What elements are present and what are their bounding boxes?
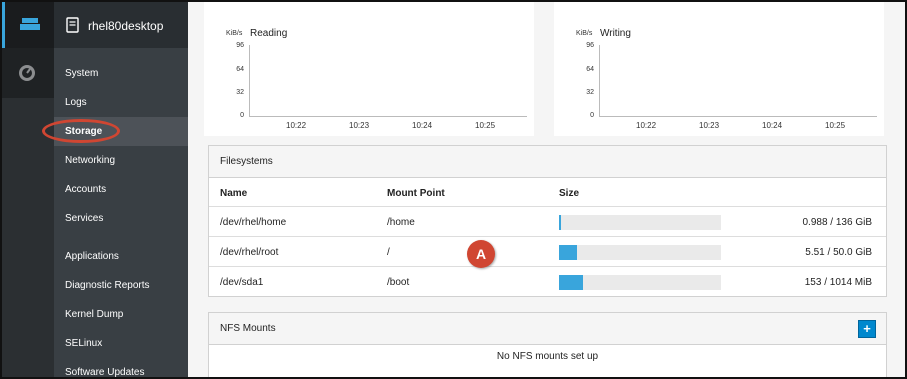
annotation-badge: A bbox=[467, 240, 495, 268]
column-size: Size bbox=[559, 188, 580, 199]
sidebar-item-label: Accounts bbox=[65, 184, 107, 195]
fs-usage-fill bbox=[559, 215, 561, 230]
writing-ytick: 96 bbox=[586, 42, 594, 49]
writing-unit: KiB/s bbox=[576, 30, 593, 37]
writing-ytick: 64 bbox=[586, 66, 594, 73]
fs-usage-bar bbox=[559, 215, 721, 230]
table-row[interactable]: /dev/rhel/home /home 0.988 / 136 GiB bbox=[209, 206, 886, 236]
writing-title: Writing bbox=[600, 28, 631, 39]
sidebar-item-networking[interactable]: Networking bbox=[54, 146, 188, 175]
reading-xtick: 10:25 bbox=[475, 121, 496, 130]
add-nfs-mount-button[interactable]: + bbox=[858, 320, 876, 338]
sidebar-item-system[interactable]: System bbox=[54, 59, 188, 88]
nfs-mounts-title: NFS Mounts bbox=[220, 323, 276, 334]
sidebar-item-label: Networking bbox=[65, 155, 116, 166]
fs-mount-point: /boot bbox=[387, 277, 410, 288]
sidebar-nav: rhel80desktop System Logs Storage Networ… bbox=[54, 2, 188, 377]
filesystems-title: Filesystems bbox=[220, 156, 273, 167]
reading-unit: KiB/s bbox=[226, 30, 243, 37]
server-stack-icon bbox=[20, 18, 40, 30]
column-name: Name bbox=[220, 188, 248, 199]
sidebar-item-logs[interactable]: Logs bbox=[54, 88, 188, 117]
writing-xtick: 10:25 bbox=[825, 121, 846, 130]
nfs-empty-message: No NFS mounts set up bbox=[496, 351, 599, 362]
sidebar-item-diagnostic-reports[interactable]: Diagnostic Reports bbox=[54, 271, 188, 300]
reading-title: Reading bbox=[250, 28, 288, 39]
writing-ytick: 0 bbox=[590, 112, 594, 119]
fs-usage-fill bbox=[559, 245, 577, 260]
sidebar-item-accounts[interactable]: Accounts bbox=[54, 175, 188, 204]
reading-xtick: 10:23 bbox=[349, 121, 370, 130]
reading-xtick: 10:24 bbox=[412, 121, 433, 130]
host-name: rhel80desktop bbox=[88, 19, 164, 33]
reading-ytick: 0 bbox=[240, 112, 244, 119]
sidebar-item-selinux[interactable]: SELinux bbox=[54, 329, 188, 358]
nfs-mounts-header: NFS Mounts + bbox=[209, 313, 886, 345]
storage-highlight-oval bbox=[42, 119, 120, 143]
host-header[interactable]: rhel80desktop bbox=[54, 2, 188, 48]
table-row[interactable]: /dev/sda1 /boot 153 / 1014 MiB bbox=[209, 266, 886, 296]
dashboard-gauge-icon bbox=[19, 65, 35, 81]
writing-xtick: 10:22 bbox=[636, 121, 657, 130]
host-document-icon bbox=[66, 17, 79, 33]
writing-graph: KiB/s Writing 96 64 32 0 10:22 10:23 10:… bbox=[554, 2, 884, 136]
fs-name: /dev/rhel/home bbox=[220, 217, 287, 228]
fs-name: /dev/sda1 bbox=[220, 277, 264, 288]
fs-mount-point: /home bbox=[387, 217, 415, 228]
filesystems-header: Filesystems bbox=[209, 146, 886, 178]
sidebar-item-kernel-dump[interactable]: Kernel Dump bbox=[54, 300, 188, 329]
sidebar-item-label: Services bbox=[65, 213, 104, 224]
sidebar-item-label: Applications bbox=[65, 251, 119, 262]
fs-usage-bar bbox=[559, 275, 721, 290]
writing-plot-area bbox=[599, 45, 877, 117]
sidebar-item-software-updates[interactable]: Software Updates bbox=[54, 358, 188, 378]
fs-size-value: 153 / 1014 MiB bbox=[804, 277, 872, 288]
reading-xtick: 10:22 bbox=[286, 121, 307, 130]
cockpit-window: rhel80desktop System Logs Storage Networ… bbox=[0, 0, 907, 379]
reading-ytick: 96 bbox=[236, 42, 244, 49]
column-mount-point: Mount Point bbox=[387, 188, 445, 199]
fs-usage-bar bbox=[559, 245, 721, 260]
fs-size-value: 5.51 / 50.0 GiB bbox=[805, 247, 872, 258]
sidebar-item-label: Diagnostic Reports bbox=[65, 280, 150, 291]
reading-graph: KiB/s Reading 96 64 32 0 10:22 10:23 10:… bbox=[204, 2, 534, 136]
fs-size-value: 0.988 / 136 GiB bbox=[802, 217, 873, 228]
table-row[interactable]: /dev/rhel/root / 5.51 / 50.0 GiB bbox=[209, 236, 886, 266]
fs-mount-point: / bbox=[387, 247, 390, 258]
sidebar-item-label: Logs bbox=[65, 97, 87, 108]
fs-usage-fill bbox=[559, 275, 584, 290]
writing-xtick: 10:23 bbox=[699, 121, 720, 130]
reading-ytick: 64 bbox=[236, 66, 244, 73]
hosts-switcher[interactable] bbox=[2, 2, 54, 48]
sidebar-item-label: System bbox=[65, 68, 99, 79]
dashboard-button[interactable] bbox=[2, 48, 54, 98]
storage-page: KiB/s Reading 96 64 32 0 10:22 10:23 10:… bbox=[188, 2, 905, 377]
filesystems-panel: Filesystems Name Mount Point Size /dev/r… bbox=[208, 145, 887, 297]
sidebar-item-services[interactable]: Services bbox=[54, 204, 188, 233]
sidebar-item-label: SELinux bbox=[65, 338, 103, 349]
writing-ytick: 32 bbox=[586, 89, 594, 96]
reading-plot-area bbox=[249, 45, 527, 117]
reading-ytick: 32 bbox=[236, 89, 244, 96]
sidebar-item-applications[interactable]: Applications bbox=[54, 242, 188, 271]
writing-xtick: 10:24 bbox=[762, 121, 783, 130]
filesystems-column-headers: Name Mount Point Size bbox=[209, 178, 886, 208]
icon-rail bbox=[2, 2, 54, 377]
sidebar-item-label: Kernel Dump bbox=[65, 309, 124, 320]
nfs-mounts-panel: NFS Mounts + No NFS mounts set up bbox=[208, 312, 887, 377]
fs-name: /dev/rhel/root bbox=[220, 247, 279, 258]
sidebar-item-label: Software Updates bbox=[65, 367, 145, 378]
